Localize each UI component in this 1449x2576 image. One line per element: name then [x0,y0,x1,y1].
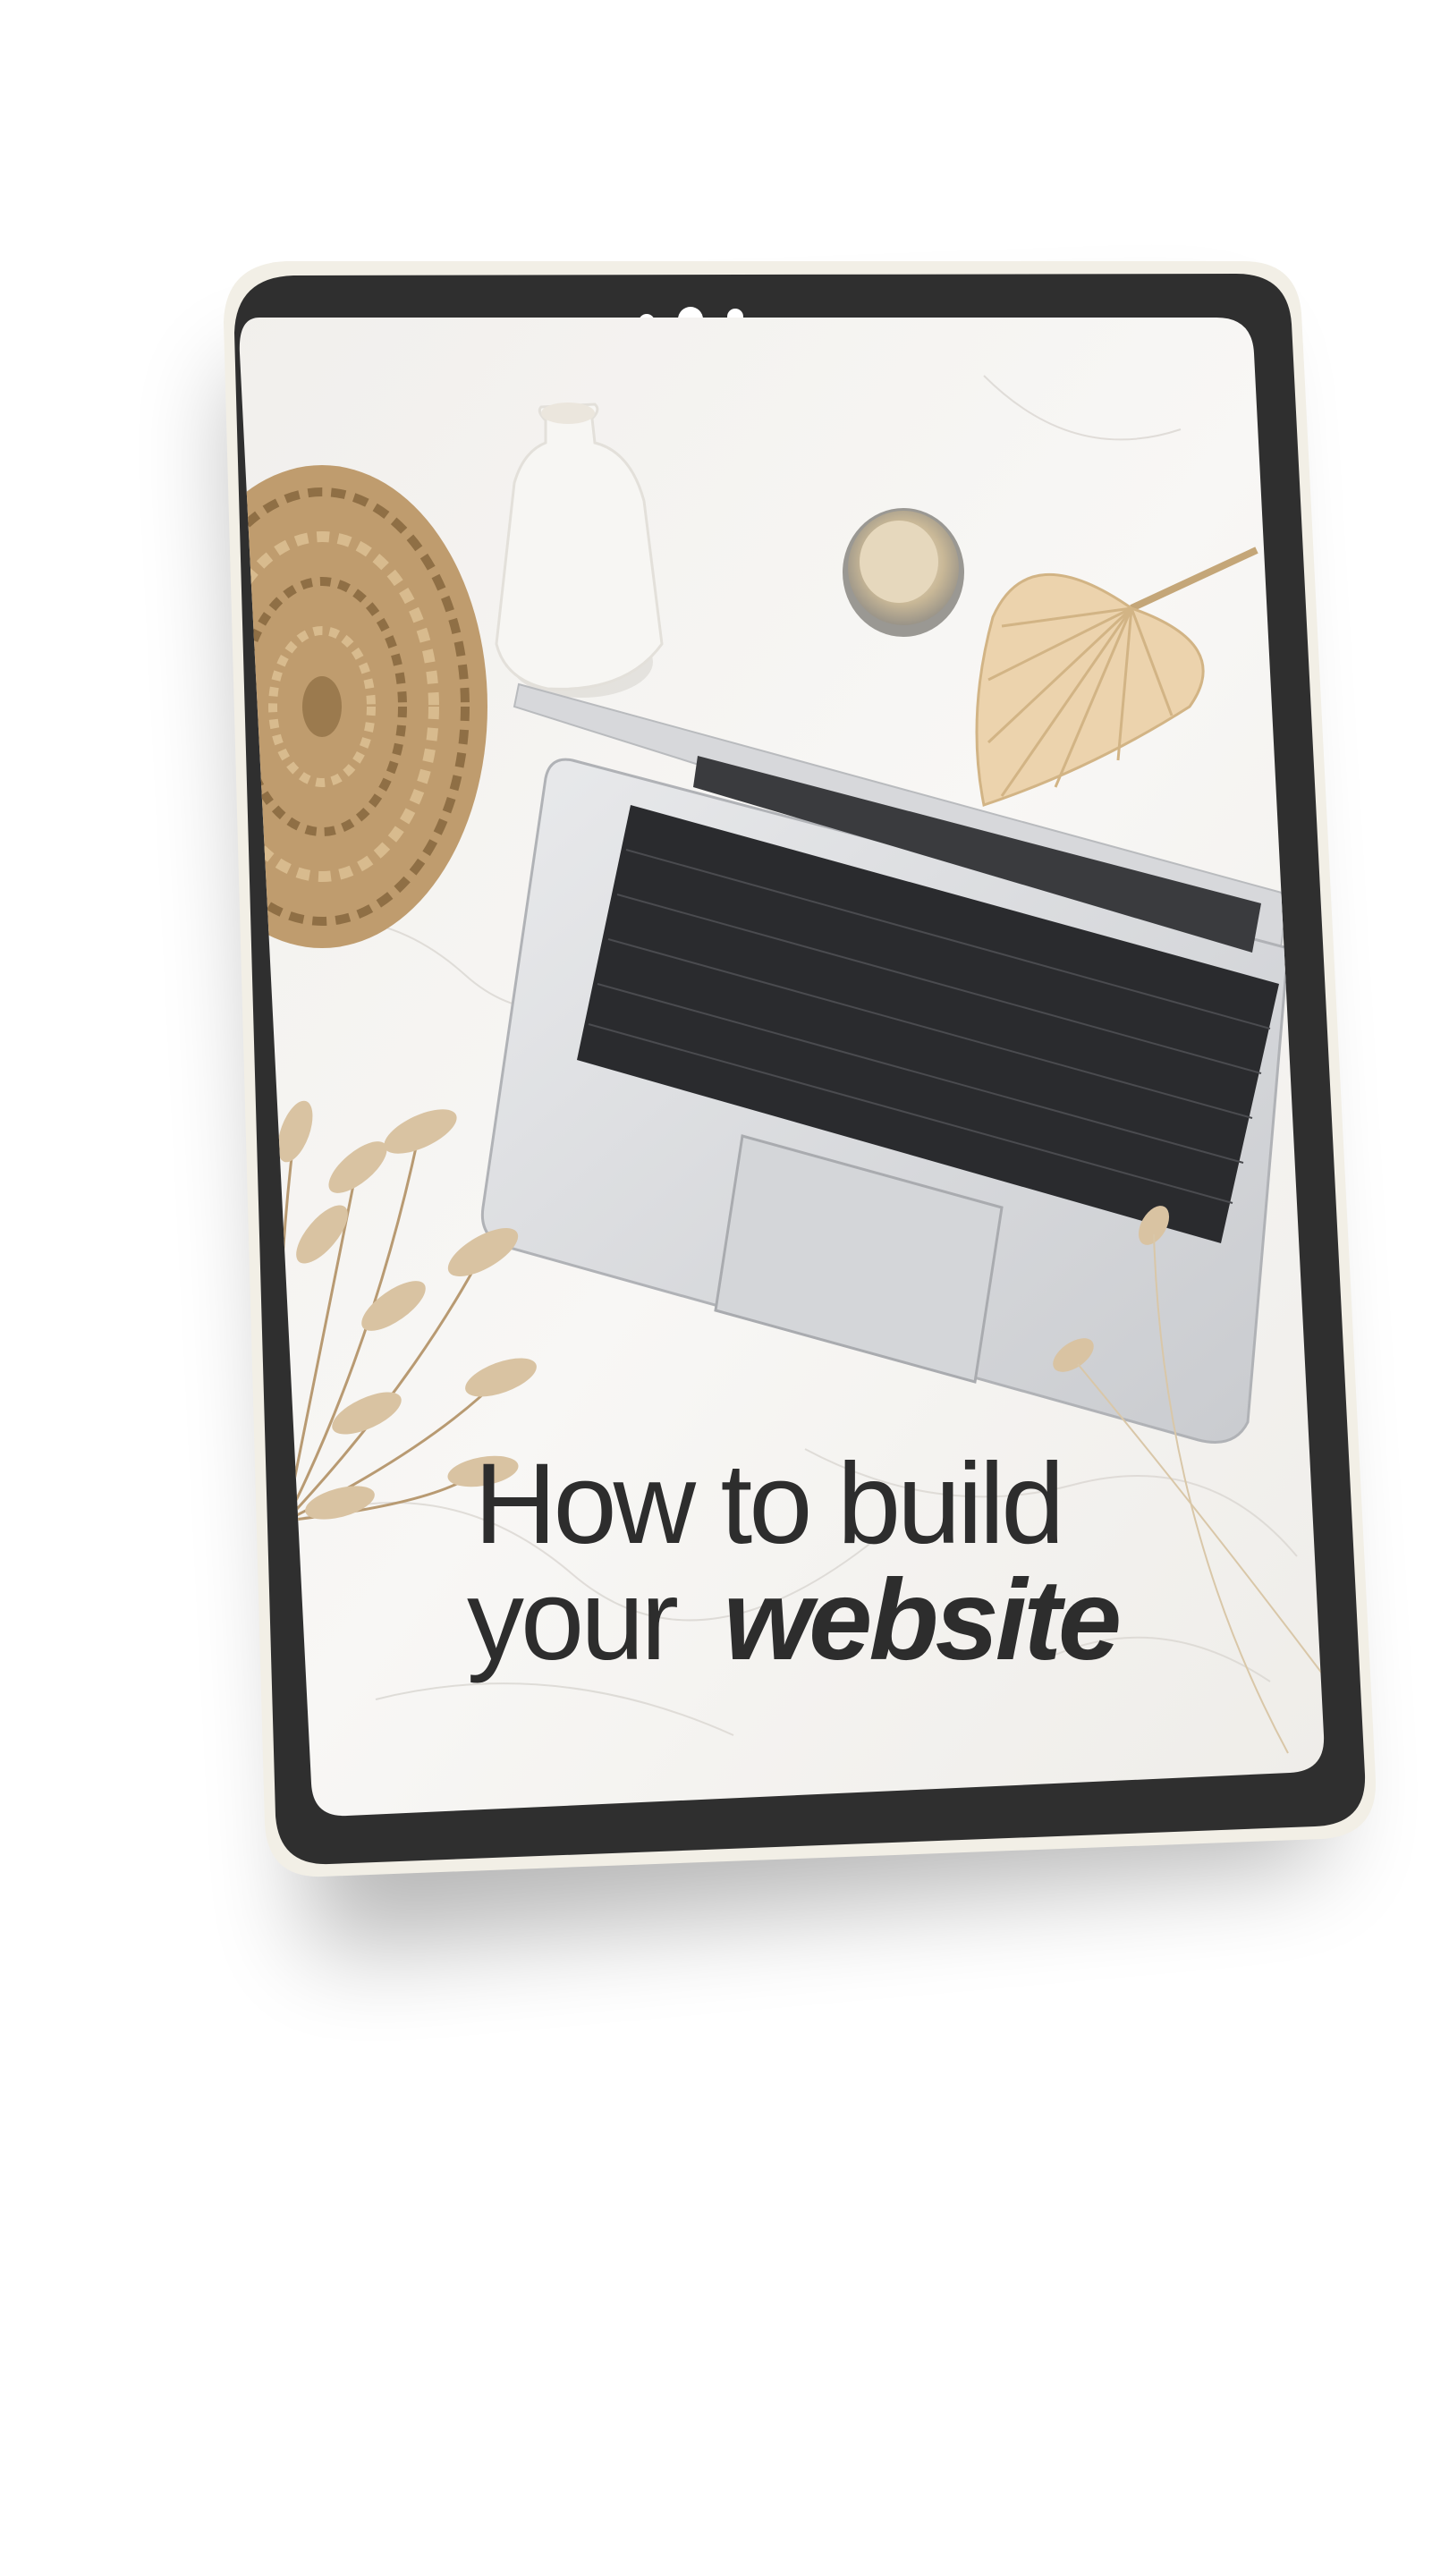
woven-basket-illustration [239,465,487,948]
title-line-2: your website [467,1556,1119,1684]
metal-bowl-illustration [843,508,964,637]
tablet-screen: How to build your website [239,318,1325,1817]
page: How to build your website [0,0,1449,2576]
title-line-2-regular: your [467,1556,677,1684]
title-line-2-emphasis: website [724,1556,1119,1684]
title-line-1: How to build [474,1440,1061,1568]
tablet-mockup-illustration: How to build your website [224,261,1377,1950]
cover-title: How to build your website [467,1440,1123,1684]
